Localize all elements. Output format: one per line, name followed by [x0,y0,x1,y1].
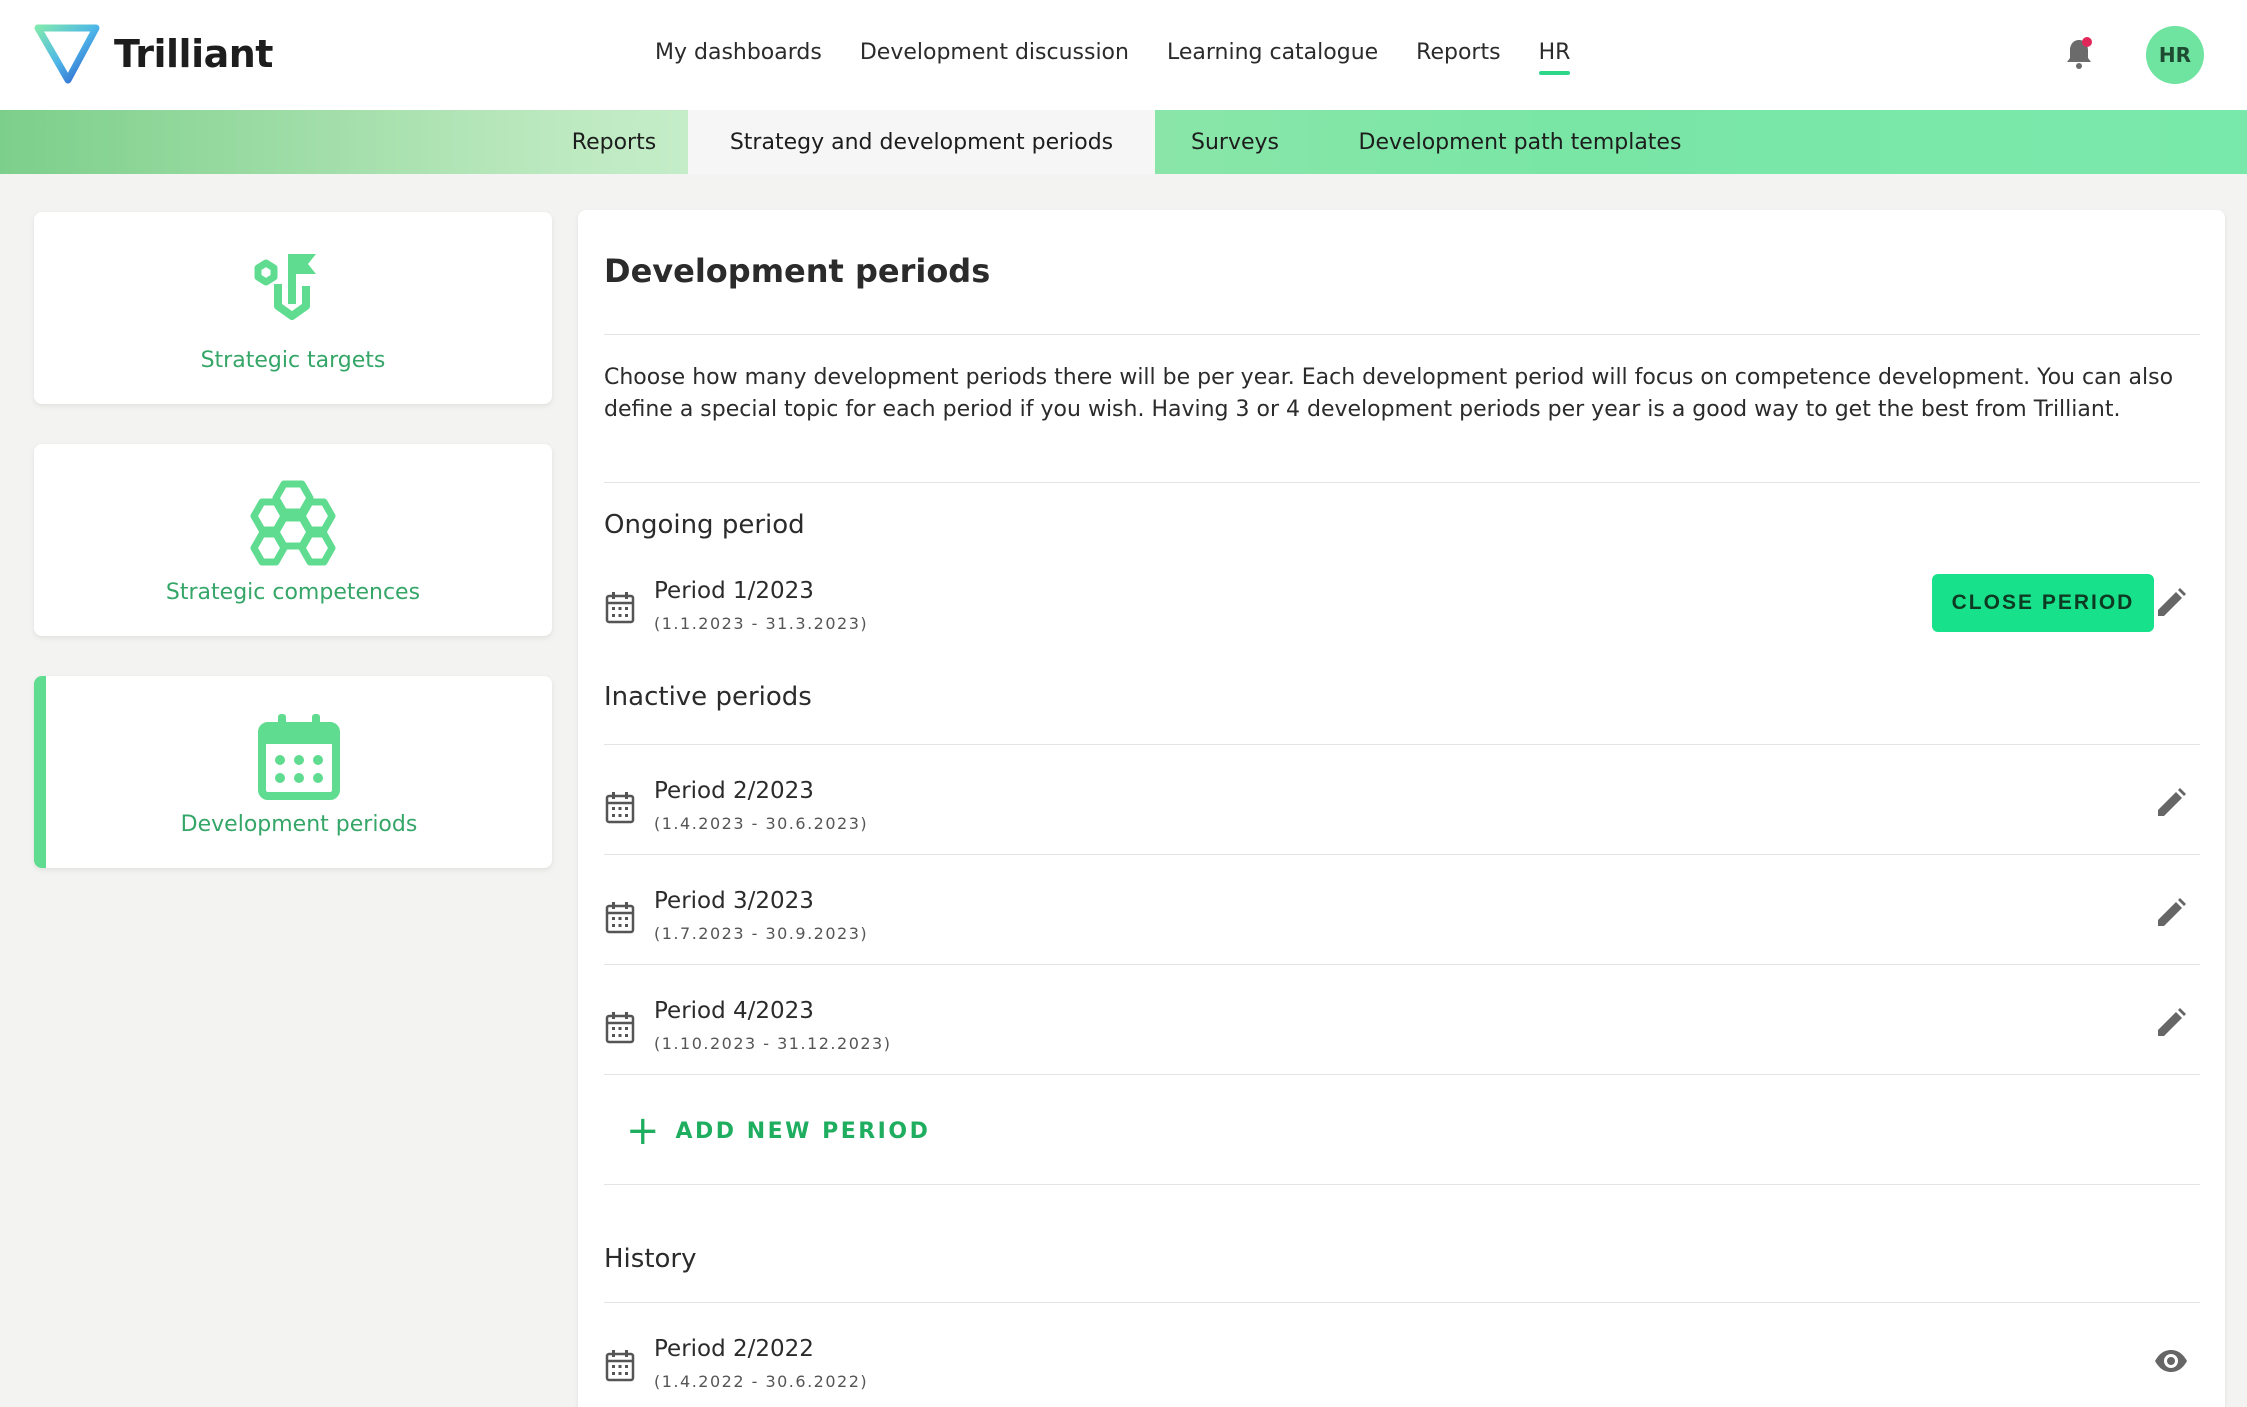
target-flag-icon [248,246,338,336]
app-name: Trilliant [114,32,273,76]
period-row: Period 2/2023 (1.4.2023 - 30.6.2023) [604,770,2200,840]
trilliant-logo-icon [34,24,100,84]
period-dates: (1.7.2023 - 30.9.2023) [654,924,869,943]
subtab-reports[interactable]: Reports [540,110,688,174]
sidebar-card-label: Development periods [180,812,418,837]
top-bar: Trilliant My dashboards Development disc… [0,0,2247,110]
divider [604,1302,2200,1303]
divider [604,482,2200,483]
user-avatar[interactable]: HR [2146,26,2204,84]
sidebar-card-strategic-competences[interactable]: Strategic competences [34,444,552,636]
app-logo[interactable]: Trilliant [32,22,273,86]
calendar-icon [605,792,635,824]
sub-nav: Reports Strategy and development periods… [0,110,2247,174]
calendar-icon [605,592,635,624]
notification-bell-icon[interactable] [2064,36,2094,70]
edit-pencil-icon[interactable] [2154,586,2188,620]
subtab-strategy-periods[interactable]: Strategy and development periods [688,110,1155,174]
edit-pencil-icon[interactable] [2154,1006,2188,1040]
sidebar-card-label: Strategic competences [165,580,421,605]
page-title: Development periods [604,252,991,290]
period-dates: (1.4.2022 - 30.6.2022) [654,1372,869,1391]
nav-my-dashboards[interactable]: My dashboards [655,40,822,71]
calendar-icon [605,902,635,934]
add-new-period-button[interactable]: + ADD NEW PERIOD [626,1108,931,1154]
period-name: Period 1/2023 [654,578,814,604]
calendar-icon [254,710,344,800]
section-heading-ongoing: Ongoing period [604,510,805,540]
period-name: Period 3/2023 [654,888,814,914]
view-eye-icon[interactable] [2154,1344,2188,1378]
nav-hr[interactable]: HR [1538,40,1570,75]
hexagon-cluster-icon [248,478,338,568]
sidebar-card-label: Strategic targets [200,348,386,373]
period-row-ongoing: Period 1/2023 (1.1.2023 - 31.3.2023) CLO… [604,570,2200,640]
period-name: Period 2/2022 [654,1336,814,1362]
close-period-button[interactable]: CLOSE PERIOD [1932,574,2154,632]
edit-pencil-icon[interactable] [2154,786,2188,820]
nav-development-discussion[interactable]: Development discussion [860,40,1129,71]
sidebar-card-strategic-targets[interactable]: Strategic targets [34,212,552,404]
plus-icon: + [626,1108,660,1154]
divider [604,1074,2200,1075]
nav-reports[interactable]: Reports [1416,40,1500,71]
period-dates: (1.10.2023 - 31.12.2023) [654,1034,892,1053]
period-dates: (1.1.2023 - 31.3.2023) [654,614,869,633]
section-heading-inactive: Inactive periods [604,682,812,712]
period-row: Period 4/2023 (1.10.2023 - 31.12.2023) [604,990,2200,1060]
period-dates: (1.4.2023 - 30.6.2023) [654,814,869,833]
divider [604,334,2200,335]
divider [604,1184,2200,1185]
main-nav: My dashboards Development discussion Lea… [655,40,1608,75]
add-new-period-label: ADD NEW PERIOD [675,1118,931,1144]
sidebar-card-development-periods[interactable]: Development periods [34,676,552,868]
subtab-development-path-templates[interactable]: Development path templates [1330,110,1710,174]
calendar-icon [605,1012,635,1044]
nav-learning-catalogue[interactable]: Learning catalogue [1167,40,1378,71]
edit-pencil-icon[interactable] [2154,896,2188,930]
development-periods-panel: Development periods Choose how many deve… [578,210,2225,1407]
divider [604,744,2200,745]
period-row-history: Period 2/2022 (1.4.2022 - 30.6.2022) [604,1328,2200,1398]
subtab-surveys[interactable]: Surveys [1155,110,1315,174]
period-row: Period 3/2023 (1.7.2023 - 30.9.2023) [604,880,2200,950]
divider [604,964,2200,965]
period-name: Period 4/2023 [654,998,814,1024]
period-name: Period 2/2023 [654,778,814,804]
calendar-icon [605,1350,635,1382]
section-heading-history: History [604,1244,697,1274]
page-description: Choose how many development periods ther… [604,365,2174,422]
divider [604,854,2200,855]
